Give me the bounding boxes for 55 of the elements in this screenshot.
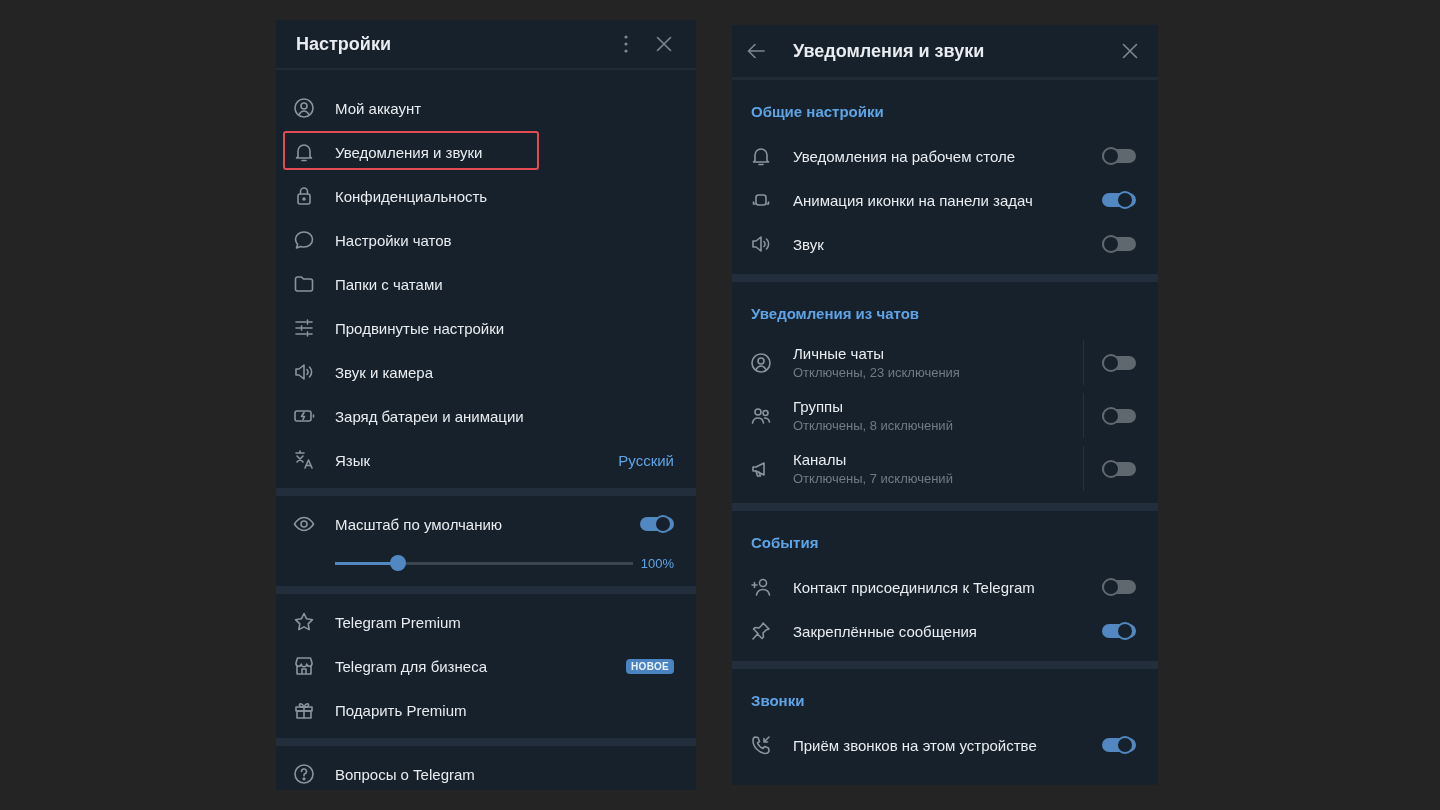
toggle-switch[interactable] <box>1102 190 1136 210</box>
setting-label: Личные чаты <box>793 345 886 362</box>
setting-description: Отключены, 8 исключений <box>793 418 954 433</box>
panel-title: Настройки <box>296 33 392 55</box>
translate-icon <box>292 448 316 472</box>
menu-item[interactable]: Telegram для бизнеса <box>335 657 627 675</box>
menu-item[interactable]: Звук и камера <box>335 363 674 381</box>
toggle-switch[interactable] <box>1102 458 1136 479</box>
setting-label: Звук <box>793 235 825 253</box>
menu-item[interactable]: Настройки чатов <box>335 231 674 249</box>
user-circle-icon <box>292 96 316 120</box>
toggle-switch[interactable] <box>1102 405 1136 426</box>
menu-item[interactable]: Telegram Premium <box>335 613 674 631</box>
section-title: Общие настройки <box>750 102 885 122</box>
toggle-switch[interactable] <box>1102 735 1136 755</box>
toggle-switch[interactable] <box>1102 352 1136 373</box>
setting-label: Закреплённые сообщения <box>793 622 978 640</box>
setting-label: Приём звонков на этом устройстве <box>793 736 1038 754</box>
menu-item[interactable]: Заряд батареи и анимации <box>335 407 674 425</box>
toggle-switch[interactable] <box>1102 621 1136 641</box>
setting-label: Контакт присоединился к Telegram <box>793 578 1036 596</box>
menu-item[interactable]: Продвинутые настройки <box>335 319 674 337</box>
menu-item[interactable]: Уведомления и звуки <box>335 143 674 161</box>
help-icon <box>292 762 316 786</box>
menu-item[interactable]: Вопросы о Telegram <box>335 765 674 783</box>
shop-icon <box>292 654 316 678</box>
toggle-switch[interactable] <box>1102 146 1136 166</box>
menu-item[interactable]: Язык <box>335 451 619 469</box>
setting-description: Отключены, 23 исключения <box>793 365 961 380</box>
section-title: События <box>750 533 820 553</box>
pin-icon <box>749 619 773 643</box>
language-value[interactable]: Русский <box>618 451 674 469</box>
setting-description: Отключены, 7 исключений <box>793 471 954 486</box>
menu-item[interactable]: Конфиденциальность <box>335 187 674 205</box>
new-badge: НОВОЕ <box>626 658 674 674</box>
section-title: Звонки <box>750 691 806 711</box>
toggle-switch[interactable] <box>1102 577 1136 597</box>
chat-bubble-icon <box>292 228 316 252</box>
menu-item[interactable]: Папки с чатами <box>335 275 674 293</box>
setting-label: Каналы <box>793 451 848 468</box>
section-title: Уведомления из чатов <box>750 304 920 324</box>
slider-thumb[interactable] <box>389 555 406 571</box>
toggle-switch[interactable] <box>640 514 674 534</box>
menu-item[interactable]: Мой аккаунт <box>335 99 674 117</box>
setting-label: Анимация иконки на панели задач <box>793 191 1034 209</box>
setting-label: Масштаб по умолчанию <box>335 515 504 533</box>
setting-label: Группы <box>793 398 844 415</box>
menu-item[interactable]: Подарить Premium <box>335 701 674 719</box>
user-circle-icon <box>749 350 773 375</box>
toggle-switch[interactable] <box>1102 234 1136 254</box>
setting-label: Уведомления на рабочем столе <box>793 147 1016 165</box>
panel-title: Уведомления и звуки <box>793 40 986 62</box>
scale-reading: 100% <box>640 555 674 571</box>
sliders-icon <box>292 316 316 340</box>
phone-icon <box>749 733 773 757</box>
